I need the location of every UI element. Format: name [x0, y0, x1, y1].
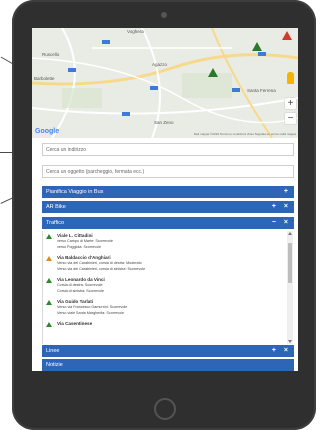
panel-title: AR Bike: [46, 204, 66, 210]
street-name: Via Casentinese: [57, 321, 93, 326]
street-name: Via Baldaccio d'Anghiari: [57, 255, 111, 260]
traffic-warning-icon[interactable]: [252, 42, 262, 51]
app-screen: Voghera Ruscello Barbolette Agazzo Santa…: [32, 28, 298, 371]
close-button[interactable]: ×: [284, 219, 288, 226]
scroll-thumb[interactable]: [288, 243, 292, 283]
map-label: Agazzo: [152, 62, 168, 67]
map-attribution[interactable]: Dati mappa ©2019 Termini e condizioni d'…: [194, 132, 296, 136]
traffic-scrollbar[interactable]: [287, 231, 293, 344]
traffic-status: Corsia di sinistra: Scorrevole: [57, 289, 104, 293]
address-search-input[interactable]: Cerca un indirizzo: [42, 143, 294, 156]
panel-title: Notizie: [46, 362, 63, 368]
panel-ar-bike[interactable]: AR Bike + ×: [42, 201, 294, 213]
traffic-level-icon: [46, 300, 52, 305]
expand-button[interactable]: +: [284, 188, 288, 195]
traffic-warning-icon[interactable]: [208, 68, 218, 77]
camera-icon: [161, 12, 167, 18]
list-item[interactable]: Via Casentinese: [43, 319, 295, 327]
panel-lines[interactable]: Linee + ×: [42, 345, 294, 357]
list-item[interactable]: Via Guido Tarlati Verso via Francesco Ga…: [43, 297, 295, 316]
street-name: Via Leonardo da Vinci: [57, 277, 105, 282]
zoom-in-button[interactable]: +: [285, 98, 296, 109]
scroll-down-icon[interactable]: [288, 340, 292, 343]
collapse-button[interactable]: −: [272, 219, 276, 226]
map-label: Barbolette: [34, 76, 55, 81]
street-name: Via Guido Tarlati: [57, 299, 94, 304]
panel-title: Traffico: [46, 220, 65, 226]
close-button[interactable]: ×: [284, 203, 288, 210]
panel-trip-planner[interactable]: Pianifica Viaggio in Bus +: [42, 186, 294, 198]
list-item[interactable]: Via Leonardo da Vinci Corsia di destra: …: [43, 275, 295, 294]
traffic-level-icon: [46, 322, 52, 327]
expand-button[interactable]: +: [272, 347, 276, 354]
street-name: Viale L. Cittadini: [57, 233, 93, 238]
object-search-input[interactable]: Cerca un oggetto (parcheggio, fermata ec…: [42, 165, 294, 178]
map-view[interactable]: Voghera Ruscello Barbolette Agazzo Santa…: [32, 28, 298, 138]
traffic-status: verso Poggiola: Scorrevole: [57, 245, 102, 249]
traffic-level-icon: [46, 234, 52, 239]
close-button[interactable]: ×: [284, 347, 288, 354]
street-view-pegman-icon[interactable]: [287, 72, 294, 84]
map-label: Ruscello: [42, 52, 60, 57]
expand-button[interactable]: +: [272, 203, 276, 210]
traffic-status: Verso via dei Carabinieri, corsia di sin…: [57, 267, 146, 271]
tablet-frame: Voghera Ruscello Barbolette Agazzo Santa…: [12, 0, 316, 430]
map-label: Santa Ferrena: [247, 88, 276, 93]
panel-news[interactable]: Notizie: [42, 359, 294, 371]
zoom-out-button[interactable]: −: [285, 113, 296, 124]
list-item[interactable]: Viale L. Cittadini verso Campo di Marte:…: [43, 231, 295, 250]
google-logo: Google: [35, 128, 60, 135]
map-label: San Zeno: [154, 120, 174, 125]
traffic-level-icon: [46, 278, 52, 283]
map-label: Voghera: [127, 29, 144, 34]
traffic-status: Verso viale Santa Margherita: Scorrevole: [57, 311, 125, 315]
list-item[interactable]: Via Baldaccio d'Anghiari Verso via dei C…: [43, 253, 295, 272]
traffic-level-icon: [46, 256, 52, 261]
traffic-list[interactable]: Viale L. Cittadini verso Campo di Marte:…: [42, 231, 295, 344]
traffic-alert-icon[interactable]: [282, 31, 292, 40]
scroll-up-icon[interactable]: [288, 232, 292, 235]
panel-title: Linee: [46, 348, 60, 354]
panel-title: Pianifica Viaggio in Bus: [46, 189, 104, 195]
panel-traffic[interactable]: Traffico − ×: [42, 217, 294, 229]
home-button[interactable]: [154, 398, 176, 420]
